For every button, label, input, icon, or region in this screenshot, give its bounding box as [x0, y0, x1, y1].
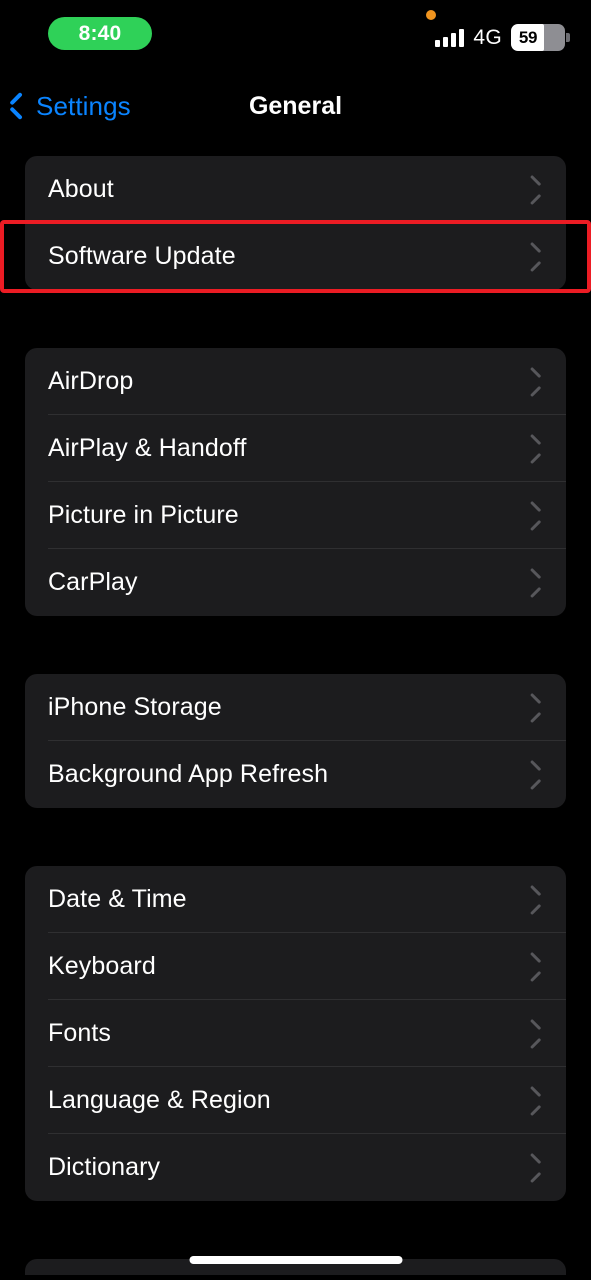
settings-row-label: Date & Time [48, 885, 187, 913]
network-type-label: 4G [473, 25, 502, 49]
settings-row-airplay-handoff[interactable]: AirPlay & Handoff [25, 415, 566, 482]
settings-row-fonts[interactable]: Fonts [25, 1000, 566, 1067]
settings-row-dictionary[interactable]: Dictionary [25, 1134, 566, 1201]
settings-row-label: CarPlay [48, 568, 138, 596]
settings-row-label: Picture in Picture [48, 501, 239, 529]
navigation-bar: Settings General [0, 82, 591, 130]
chevron-right-icon [527, 1021, 543, 1047]
page-title: General [248, 91, 343, 120]
settings-row-airdrop[interactable]: AirDrop [25, 348, 566, 415]
cellular-signal-icon [435, 28, 465, 47]
settings-group: Date & Time Keyboard Fonts Language & Re… [25, 866, 566, 1201]
settings-row-picture-in-picture[interactable]: Picture in Picture [25, 482, 566, 549]
status-bar-right-cluster: 4G 59 [435, 24, 570, 51]
battery-icon: 59 [511, 24, 570, 51]
battery-percent-label: 59 [518, 27, 538, 47]
settings-group: iPhone Storage Background App Refresh [25, 674, 566, 808]
status-bar: 8:40 4G 59 [0, 0, 591, 68]
settings-row-label: Dictionary [48, 1153, 161, 1181]
settings-row-language-region[interactable]: Language & Region [25, 1067, 566, 1134]
privacy-indicator-icon [426, 10, 436, 20]
chevron-right-icon [527, 436, 543, 462]
settings-group: AirDrop AirPlay & Handoff Picture in Pic… [25, 348, 566, 616]
settings-row-label: AirPlay & Handoff [48, 434, 247, 462]
settings-row-label: Language & Region [48, 1086, 271, 1114]
settings-row-software-update[interactable]: Software Update [0, 220, 591, 293]
chevron-right-icon [527, 177, 543, 203]
chevron-right-icon [527, 503, 543, 529]
iphone-settings-general-screen: 8:40 4G 59 Settings General About Softwa… [0, 0, 591, 1280]
chevron-right-icon [527, 570, 543, 596]
settings-row-label: Fonts [48, 1019, 112, 1047]
settings-row-carplay[interactable]: CarPlay [25, 549, 566, 616]
settings-row-about[interactable]: About [25, 156, 566, 223]
settings-row-label: Keyboard [48, 952, 156, 980]
chevron-right-icon [527, 887, 543, 913]
chevron-right-icon [527, 369, 543, 395]
chevron-right-icon [527, 244, 543, 270]
status-bar-time: 8:40 [78, 21, 122, 45]
chevron-right-icon [527, 762, 543, 788]
chevron-right-icon [527, 695, 543, 721]
settings-row-label: iPhone Storage [48, 693, 222, 721]
status-bar-time-pill: 8:40 [48, 17, 152, 50]
chevron-right-icon [527, 954, 543, 980]
chevron-right-icon [527, 1155, 543, 1181]
settings-list: About Software Update AirDrop AirPlay & … [0, 156, 591, 1275]
settings-row-date-time[interactable]: Date & Time [25, 866, 566, 933]
settings-row-label: Software Update [48, 242, 236, 270]
chevron-right-icon [527, 1088, 543, 1114]
home-indicator[interactable] [189, 1256, 402, 1264]
settings-row-keyboard[interactable]: Keyboard [25, 933, 566, 1000]
settings-row-label: Background App Refresh [48, 760, 329, 788]
settings-row-label: About [48, 175, 114, 203]
settings-group: About Software Update [0, 156, 591, 293]
settings-row-iphone-storage[interactable]: iPhone Storage [25, 674, 566, 741]
settings-row-background-app-refresh[interactable]: Background App Refresh [25, 741, 566, 808]
settings-row-label: AirDrop [48, 367, 134, 395]
